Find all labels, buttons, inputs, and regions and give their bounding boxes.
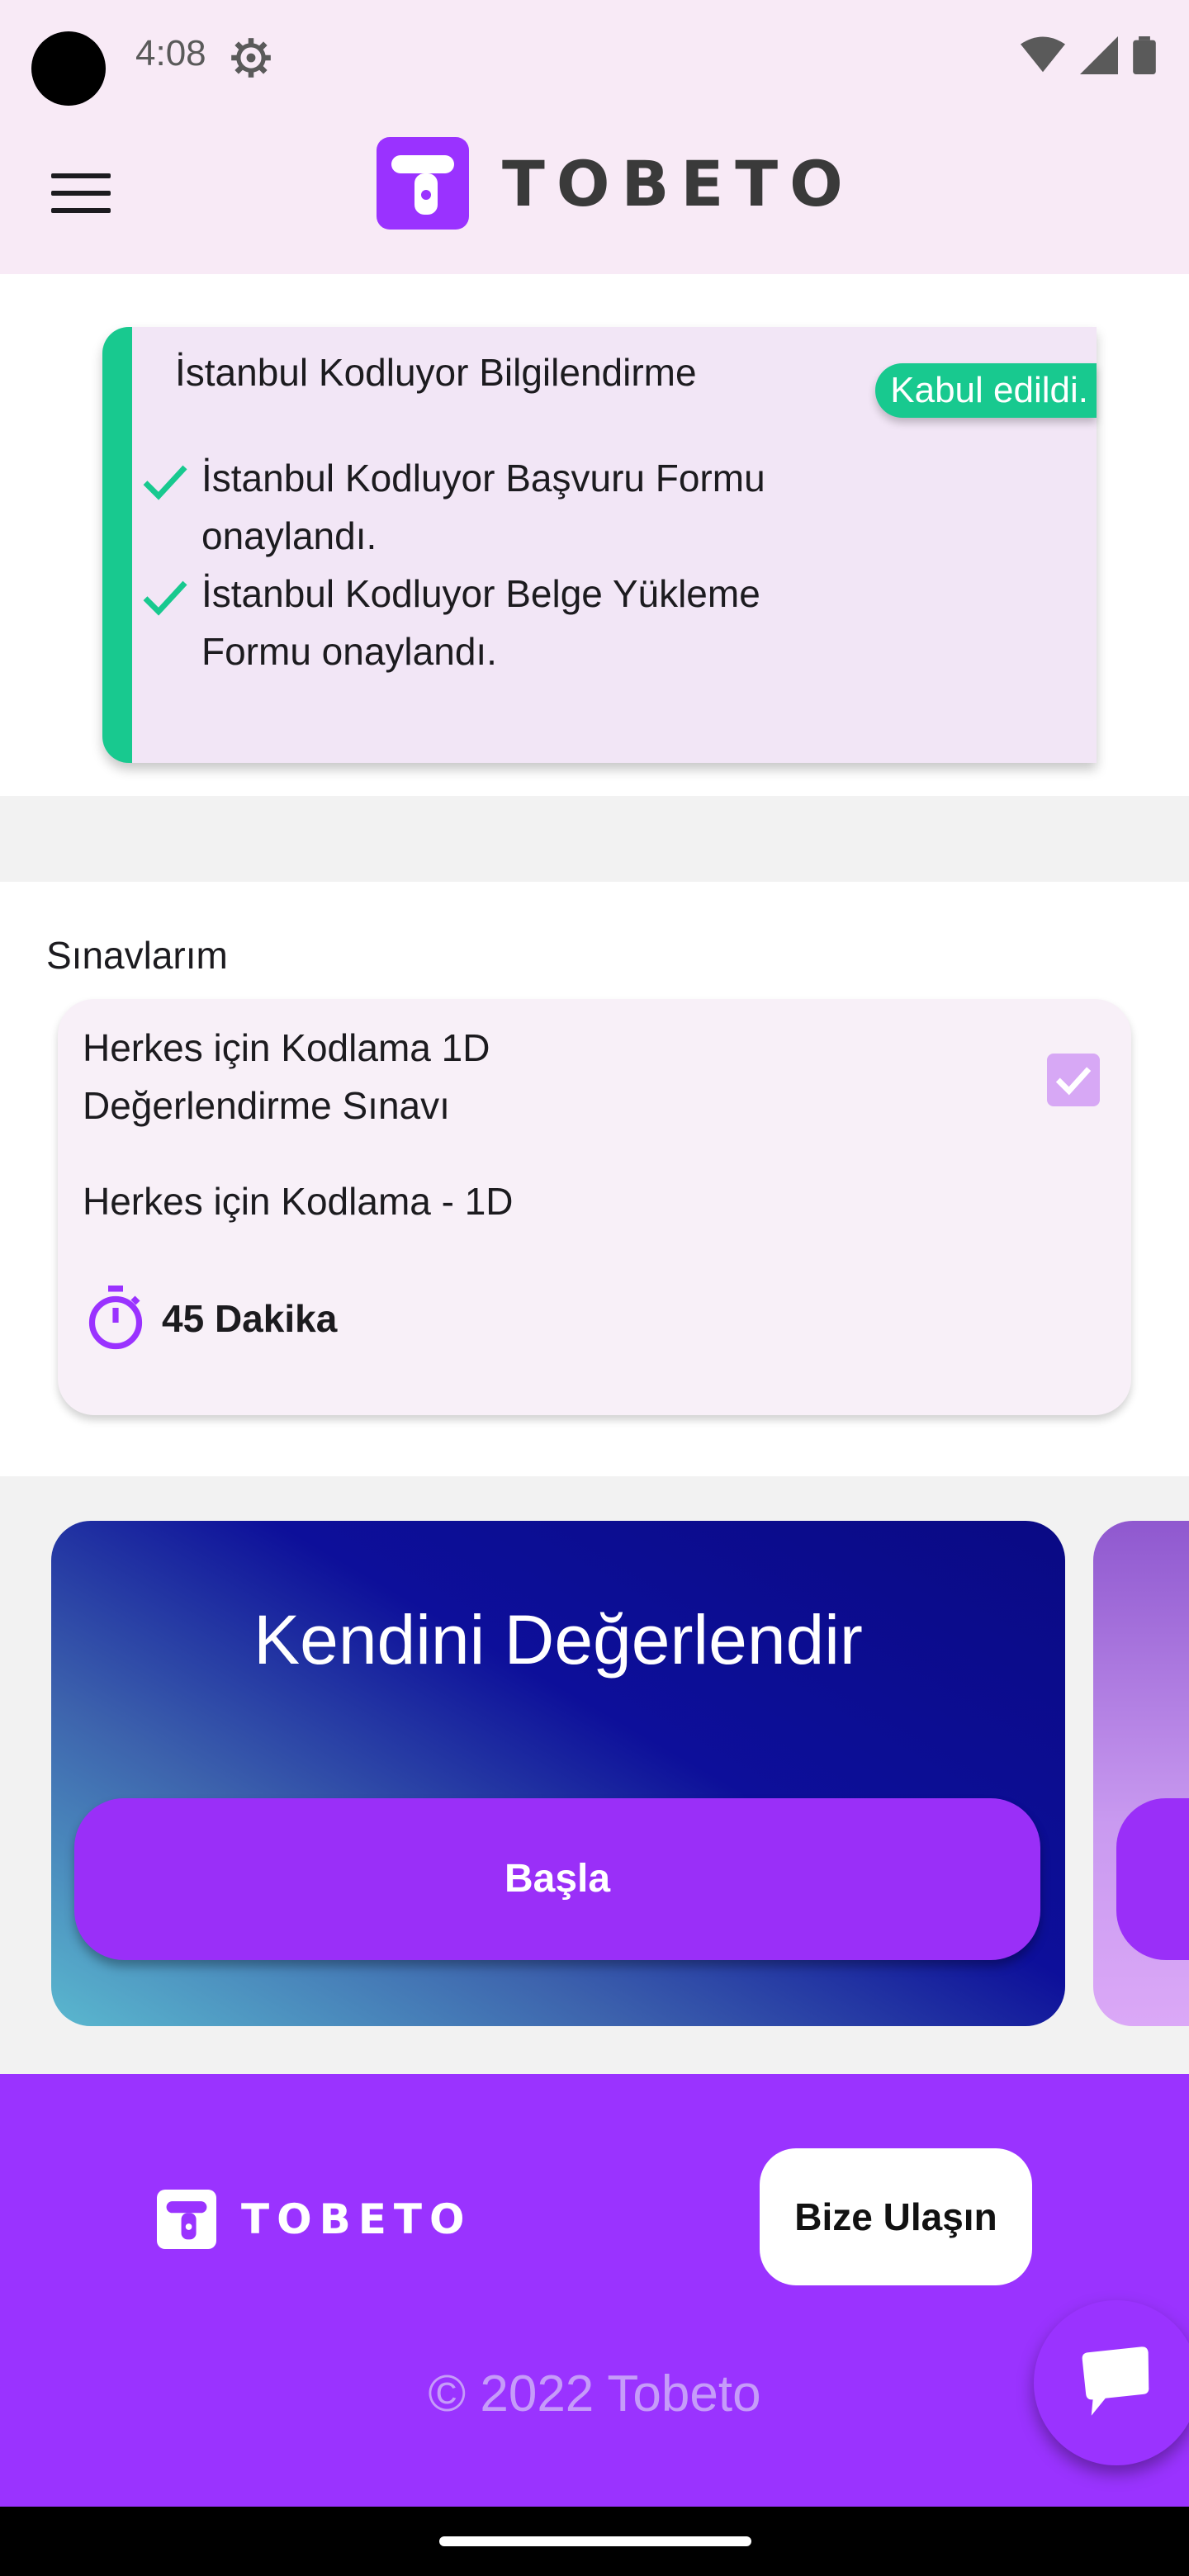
notice-title: İstanbul Kodluyor Bilgilendirme xyxy=(175,351,697,394)
exams-section: Sınavlarım Herkes için Kodlama 1D Değerl… xyxy=(0,882,1189,1476)
system-navigation-bar xyxy=(0,2507,1189,2576)
start-button[interactable]: Başla xyxy=(74,1798,1040,1960)
exam-card[interactable]: Herkes için Kodlama 1D Değerlendirme Sın… xyxy=(58,999,1131,1415)
camera-cutout xyxy=(31,31,106,106)
exam-duration: 45 Dakika xyxy=(162,1297,338,1340)
footer: TOBETO Bize Ulaşın © 2022 Tobeto xyxy=(0,2074,1189,2507)
promo-card-next-button[interactable] xyxy=(1116,1798,1189,1960)
chat-button[interactable] xyxy=(1034,2300,1189,2465)
footer-logo: TOBETO xyxy=(157,2190,472,2249)
tobeto-logo-mark-icon xyxy=(377,137,469,230)
section-divider xyxy=(0,796,1189,882)
notice-item-text: İstanbul Kodluyor Başvuru Formu onayland… xyxy=(201,457,765,557)
promo-card-self-assessment: Kendini Değerlendir Başla xyxy=(51,1521,1065,2026)
promo-title: Kendini Değerlendir xyxy=(253,1601,863,1679)
hamburger-menu-icon[interactable] xyxy=(51,173,111,218)
app-bar: TOBETO xyxy=(0,124,1189,274)
checkmark-icon xyxy=(143,580,187,616)
notice-card: İstanbul Kodluyor Bilgilendirme Kabul ed… xyxy=(102,327,1097,763)
exams-heading: Sınavlarım xyxy=(46,934,228,977)
completed-checkbox[interactable] xyxy=(1047,1054,1100,1106)
notice-section: İstanbul Kodluyor Bilgilendirme Kabul ed… xyxy=(0,274,1189,796)
status-time: 4:08 xyxy=(135,33,206,73)
chat-bubble-icon xyxy=(1082,2346,1149,2416)
home-gesture-handle[interactable] xyxy=(439,2536,751,2546)
stopwatch-icon xyxy=(88,1286,143,1350)
logo-wordmark: TOBETO xyxy=(502,146,855,220)
copyright-text: © 2022 Tobeto xyxy=(428,2365,761,2422)
battery-icon xyxy=(1133,36,1156,74)
notice-item-text: İstanbul Kodluyor Belge Yükleme Formu on… xyxy=(201,572,760,673)
checkmark-icon xyxy=(143,465,187,500)
wifi-icon xyxy=(1021,36,1065,73)
status-badge: Kabul edildi. xyxy=(875,363,1097,418)
footer-logo-wordmark: TOBETO xyxy=(241,2195,472,2243)
exam-subtitle: Herkes için Kodlama - 1D xyxy=(83,1180,514,1223)
cellular-signal-icon xyxy=(1080,36,1118,74)
promo-card-next[interactable] xyxy=(1093,1521,1189,2026)
status-bar: 4:08 xyxy=(0,0,1189,124)
tobeto-logo: TOBETO xyxy=(377,137,855,230)
tobeto-logo-mark-icon xyxy=(157,2190,216,2249)
contact-us-button[interactable]: Bize Ulaşın xyxy=(760,2148,1032,2285)
exam-title: Herkes için Kodlama 1D Değerlendirme Sın… xyxy=(83,1026,490,1127)
settings-gear-icon xyxy=(231,38,271,78)
